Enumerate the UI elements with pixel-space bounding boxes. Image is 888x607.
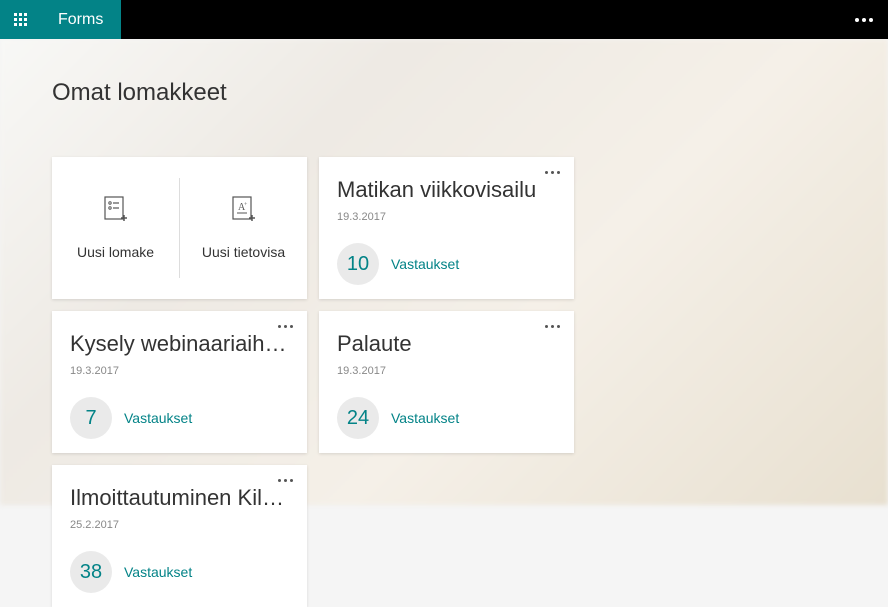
form-title: Ilmoittautuminen Kil… <box>70 485 289 511</box>
card-more-button[interactable] <box>541 321 564 332</box>
app-name[interactable]: Forms <box>40 0 121 39</box>
svg-text:+: + <box>244 202 248 208</box>
main-content: Omat lomakkeet Uusi lomake <box>0 39 888 607</box>
app-launcher-button[interactable] <box>0 0 40 39</box>
response-count: 24 <box>337 397 379 439</box>
ellipsis-icon <box>545 171 560 174</box>
new-form-label: Uusi lomake <box>77 244 154 260</box>
responses-label: Vastaukset <box>124 410 192 426</box>
card-more-button[interactable] <box>541 167 564 178</box>
header-more-button[interactable] <box>840 0 888 39</box>
form-date: 25.2.2017 <box>70 519 289 531</box>
responses-label: Vastaukset <box>124 564 192 580</box>
ellipsis-icon <box>545 325 560 328</box>
responses-label: Vastaukset <box>391 410 459 426</box>
form-card[interactable]: Palaute 19.3.2017 24 Vastaukset <box>319 311 574 453</box>
forms-grid: Uusi lomake A + Uusi tietovisa <box>52 157 836 607</box>
card-footer: 24 Vastaukset <box>337 397 556 439</box>
responses-label: Vastaukset <box>391 256 459 272</box>
ellipsis-icon <box>278 479 293 482</box>
ellipsis-icon <box>278 325 293 328</box>
form-date: 19.3.2017 <box>70 365 289 377</box>
new-form-button[interactable]: Uusi lomake <box>52 157 179 299</box>
new-tile: Uusi lomake A + Uusi tietovisa <box>52 157 307 299</box>
waffle-icon <box>14 13 27 26</box>
card-more-button[interactable] <box>274 321 297 332</box>
response-count: 7 <box>70 397 112 439</box>
form-title: Kysely webinaariaihe… <box>70 331 289 357</box>
card-footer: 10 Vastaukset <box>337 243 556 285</box>
card-footer: 7 Vastaukset <box>70 397 289 439</box>
response-count: 10 <box>337 243 379 285</box>
new-quiz-button[interactable]: A + Uusi tietovisa <box>180 157 307 299</box>
form-title: Palaute <box>337 331 556 357</box>
form-card[interactable]: Matikan viikkovisailu 19.3.2017 10 Vasta… <box>319 157 574 299</box>
form-date: 19.3.2017 <box>337 211 556 223</box>
new-quiz-label: Uusi tietovisa <box>202 244 285 260</box>
new-quiz-icon: A + <box>230 196 258 224</box>
page-title: Omat lomakkeet <box>52 79 836 107</box>
response-count: 38 <box>70 551 112 593</box>
form-date: 19.3.2017 <box>337 365 556 377</box>
form-card[interactable]: Ilmoittautuminen Kil… 25.2.2017 38 Vasta… <box>52 465 307 607</box>
form-card[interactable]: Kysely webinaariaihe… 19.3.2017 7 Vastau… <box>52 311 307 453</box>
card-footer: 38 Vastaukset <box>70 551 289 593</box>
card-more-button[interactable] <box>274 475 297 486</box>
ellipsis-icon <box>855 18 873 22</box>
app-header: Forms <box>0 0 888 39</box>
new-form-icon <box>102 196 130 224</box>
form-title: Matikan viikkovisailu <box>337 177 556 203</box>
